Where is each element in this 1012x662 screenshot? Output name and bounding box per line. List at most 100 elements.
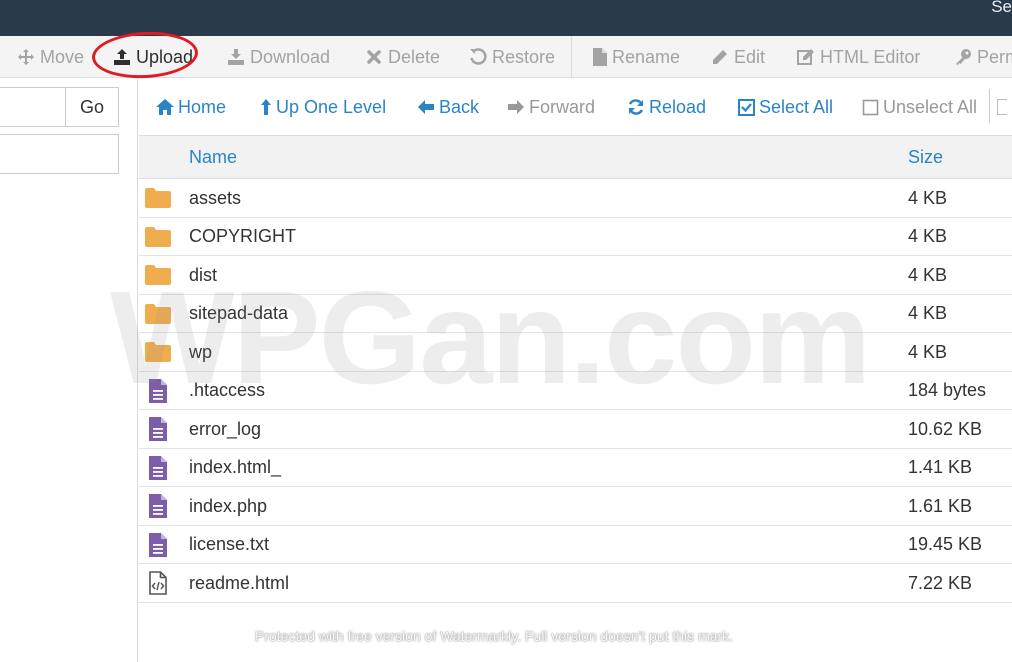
name-column-header[interactable]: Name xyxy=(189,136,237,179)
move-button[interactable]: Move xyxy=(16,36,84,78)
delete-label: Delete xyxy=(388,46,441,67)
home-label: Home xyxy=(178,96,227,117)
folder-icon xyxy=(145,218,171,256)
file-size: 10.62 KB xyxy=(908,418,983,439)
file-name[interactable]: assets xyxy=(189,179,241,217)
delete-button[interactable]: Delete xyxy=(364,36,440,78)
table-row[interactable]: COPYRIGHT 4 KB xyxy=(139,218,1012,256)
header-corner-text: Se xyxy=(991,0,1012,16)
arrow-left-icon xyxy=(416,97,436,117)
arrow-up-icon xyxy=(259,97,273,117)
file-size: 7.22 KB xyxy=(908,572,973,593)
rename-label: Rename xyxy=(612,46,681,67)
file-name[interactable]: index.php xyxy=(189,487,267,525)
file-name[interactable]: license.txt xyxy=(189,526,269,564)
file-name[interactable]: dist xyxy=(189,256,217,294)
home-icon xyxy=(155,97,175,117)
reload-icon xyxy=(626,97,646,117)
key-icon xyxy=(953,47,973,67)
rename-button[interactable]: Rename xyxy=(592,36,680,78)
file-name[interactable]: sitepad-data xyxy=(189,295,288,333)
select-all-label: Select All xyxy=(759,96,834,117)
html-editor-label: HTML Editor xyxy=(820,46,921,67)
text-file-icon xyxy=(145,487,171,525)
pencil-icon xyxy=(710,47,730,67)
file-size: 4 KB xyxy=(908,264,948,285)
text-file-icon xyxy=(145,526,171,564)
download-label: Download xyxy=(250,46,331,67)
table-row[interactable]: index.php 1.61 KB xyxy=(139,487,1012,526)
table-row[interactable]: dist 4 KB xyxy=(139,256,1012,295)
table-body: assets 4 KB COPYRIGHT 4 KB dist 4 KB sitepad-d… xyxy=(139,179,1012,603)
up-one-level-label: Up One Level xyxy=(276,96,387,117)
text-file-icon xyxy=(145,449,171,487)
forward-label: Forward xyxy=(529,96,596,117)
back-button[interactable]: Back xyxy=(416,87,479,127)
empty-box-icon xyxy=(860,97,880,117)
html-editor-button[interactable]: HTML Editor xyxy=(796,36,920,78)
text-file-icon xyxy=(145,372,171,410)
top-header-bar: Se xyxy=(0,0,1012,36)
table-row[interactable]: wp 4 KB xyxy=(139,333,1012,372)
size-column-header[interactable]: Size xyxy=(908,136,943,179)
table-row[interactable]: sitepad-data 4 KB xyxy=(139,295,1012,333)
text-file-icon xyxy=(145,410,171,448)
move-label: Move xyxy=(40,46,85,67)
select-all-button[interactable]: Select All xyxy=(736,87,833,127)
table-row[interactable]: readme.html 7.22 KB xyxy=(139,564,1012,603)
file-name[interactable]: COPYRIGHT xyxy=(189,218,296,256)
watermark-footer-note: Protected with free version of Watermark… xyxy=(255,628,734,644)
folder-icon xyxy=(145,295,171,333)
table-row[interactable]: error_log 10.62 KB xyxy=(139,410,1012,449)
folder-icon xyxy=(145,179,171,217)
table-row[interactable]: index.html_ 1.41 KB xyxy=(139,449,1012,487)
go-button[interactable]: Go xyxy=(65,87,119,127)
edit-square-icon xyxy=(796,47,816,67)
directory-tree-box[interactable] xyxy=(0,134,119,174)
file-name[interactable]: wp xyxy=(189,333,212,371)
table-row[interactable]: license.txt 19.45 KB xyxy=(139,526,1012,564)
file-table: Name Size assets 4 KB COPYRIGHT 4 KB dist 4 K… xyxy=(139,135,1012,603)
file-size: 4 KB xyxy=(908,187,948,208)
edit-label: Edit xyxy=(734,46,766,67)
file-icon xyxy=(592,47,608,67)
code-file-icon xyxy=(145,564,171,602)
download-icon xyxy=(226,47,246,67)
unselect-all-button[interactable]: Unselect All xyxy=(860,87,977,127)
reload-button[interactable]: Reload xyxy=(626,87,706,127)
file-size: 19.45 KB xyxy=(908,534,983,554)
file-name[interactable]: index.html_ xyxy=(189,449,281,487)
file-size: 184 bytes xyxy=(908,380,987,400)
permissions-label: Perm xyxy=(977,46,1012,67)
table-header: Name Size xyxy=(139,135,1012,179)
restore-icon xyxy=(468,47,488,67)
home-button[interactable]: Home xyxy=(155,87,226,127)
folder-icon xyxy=(145,256,171,294)
path-input[interactable] xyxy=(0,87,66,127)
table-row[interactable]: .htaccess 184 bytes xyxy=(139,372,1012,410)
file-size: 1.61 KB xyxy=(908,495,973,516)
checked-box-icon xyxy=(736,97,756,117)
restore-button[interactable]: Restore xyxy=(468,36,555,78)
file-name[interactable]: .htaccess xyxy=(189,372,265,410)
up-one-level-button[interactable]: Up One Level xyxy=(259,87,386,127)
edit-button[interactable]: Edit xyxy=(710,36,765,78)
file-name[interactable]: error_log xyxy=(189,410,261,448)
file-name[interactable]: readme.html xyxy=(189,564,289,602)
folder-icon xyxy=(145,333,171,371)
move-icon xyxy=(16,47,36,67)
nav-divider xyxy=(989,89,990,123)
permissions-button[interactable]: Perm xyxy=(953,36,1012,78)
restore-label: Restore xyxy=(492,46,556,67)
download-button[interactable]: Download xyxy=(226,36,330,78)
arrow-right-icon xyxy=(506,97,526,117)
file-size: 1.41 KB xyxy=(908,457,973,477)
forward-button[interactable]: Forward xyxy=(506,87,595,127)
back-label: Back xyxy=(439,96,480,117)
navigation-bar: Home Up One Level Back Forward Reload Se… xyxy=(139,87,1012,127)
file-size: 4 KB xyxy=(908,303,948,323)
table-row[interactable]: assets 4 KB xyxy=(139,179,1012,218)
trash-icon[interactable] xyxy=(997,99,1007,115)
toolbar-divider xyxy=(571,36,572,78)
reload-label: Reload xyxy=(649,96,707,117)
